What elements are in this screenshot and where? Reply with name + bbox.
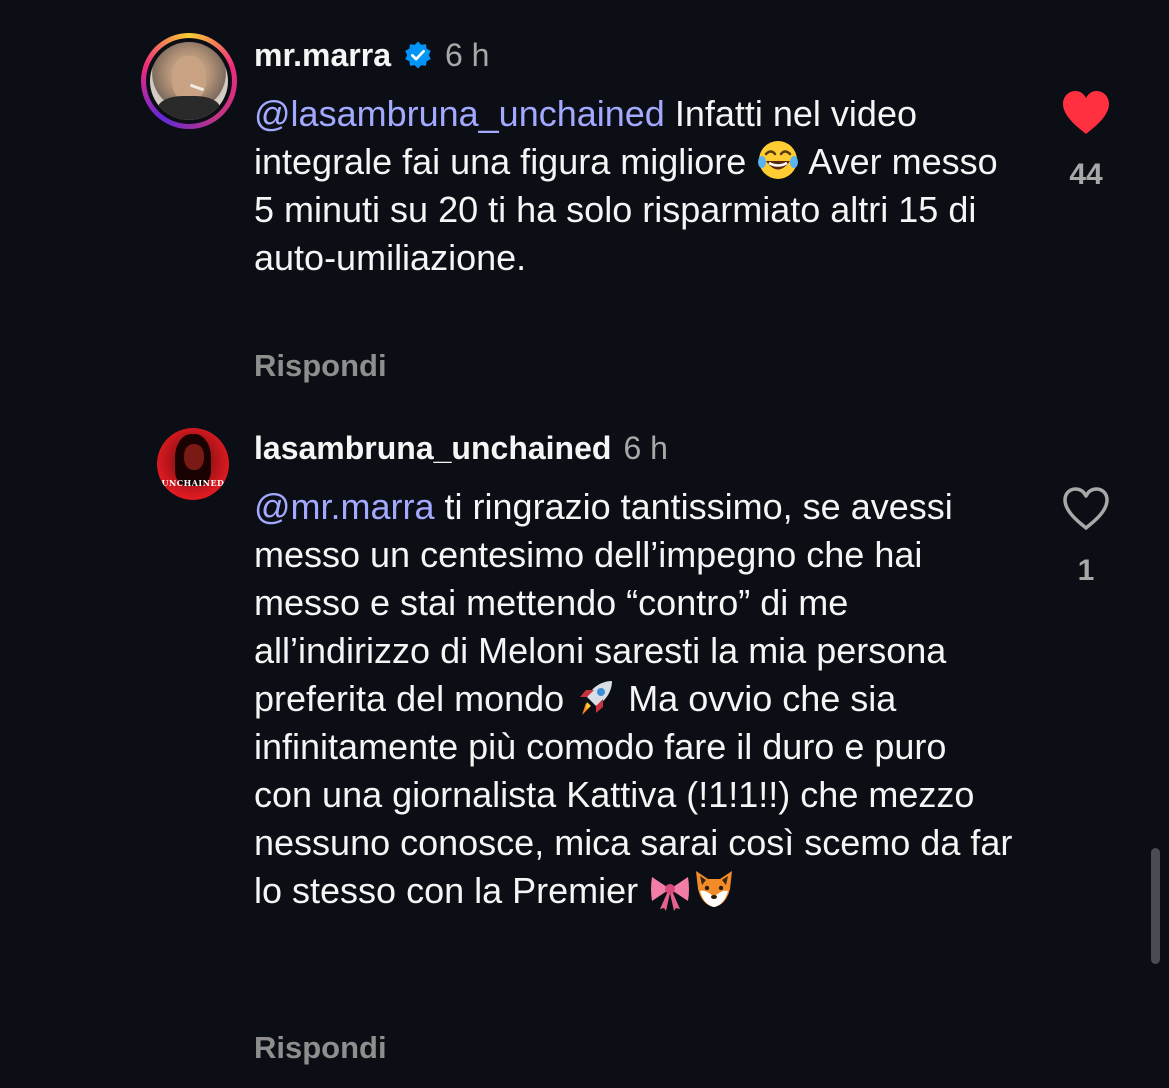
- reply-button[interactable]: Rispondi: [254, 1030, 387, 1066]
- face-with-tears-of-joy-icon: [758, 141, 799, 179]
- verified-badge-icon: [405, 41, 431, 69]
- username[interactable]: mr.marra: [254, 37, 391, 74]
- comment-text: @lasambruna_unchained Infatti nel video …: [254, 90, 1014, 282]
- comment-header: lasambruna_unchained 6 h: [254, 426, 668, 470]
- fox-icon: [696, 871, 733, 907]
- comment-header: mr.marra 6 h: [254, 33, 489, 77]
- like-count: 1: [1077, 554, 1095, 587]
- reply-button[interactable]: Rispondi: [254, 348, 387, 384]
- avatar[interactable]: UNCHAINED: [157, 428, 229, 500]
- comment-text: @mr.marra ti ringrazio tantissimo, se av…: [254, 483, 1014, 915]
- like-button[interactable]: 44: [1060, 90, 1112, 192]
- like-count: 44: [1069, 158, 1103, 191]
- heart-filled-icon[interactable]: [1061, 90, 1111, 136]
- like-button[interactable]: 1: [1060, 486, 1112, 588]
- avatar-brand-text: UNCHAINED: [161, 478, 225, 488]
- rocket-icon: [580, 681, 613, 715]
- mention-link[interactable]: @mr.marra: [254, 486, 435, 527]
- mention-link[interactable]: @lasambruna_unchained: [254, 93, 665, 134]
- heart-outline-icon[interactable]: [1061, 486, 1111, 532]
- ribbon-icon: [651, 877, 690, 911]
- username[interactable]: lasambruna_unchained: [254, 430, 611, 467]
- timestamp: 6 h: [623, 429, 668, 466]
- scrollbar[interactable]: [1151, 848, 1160, 964]
- timestamp: 6 h: [444, 36, 490, 73]
- avatar[interactable]: [150, 42, 228, 120]
